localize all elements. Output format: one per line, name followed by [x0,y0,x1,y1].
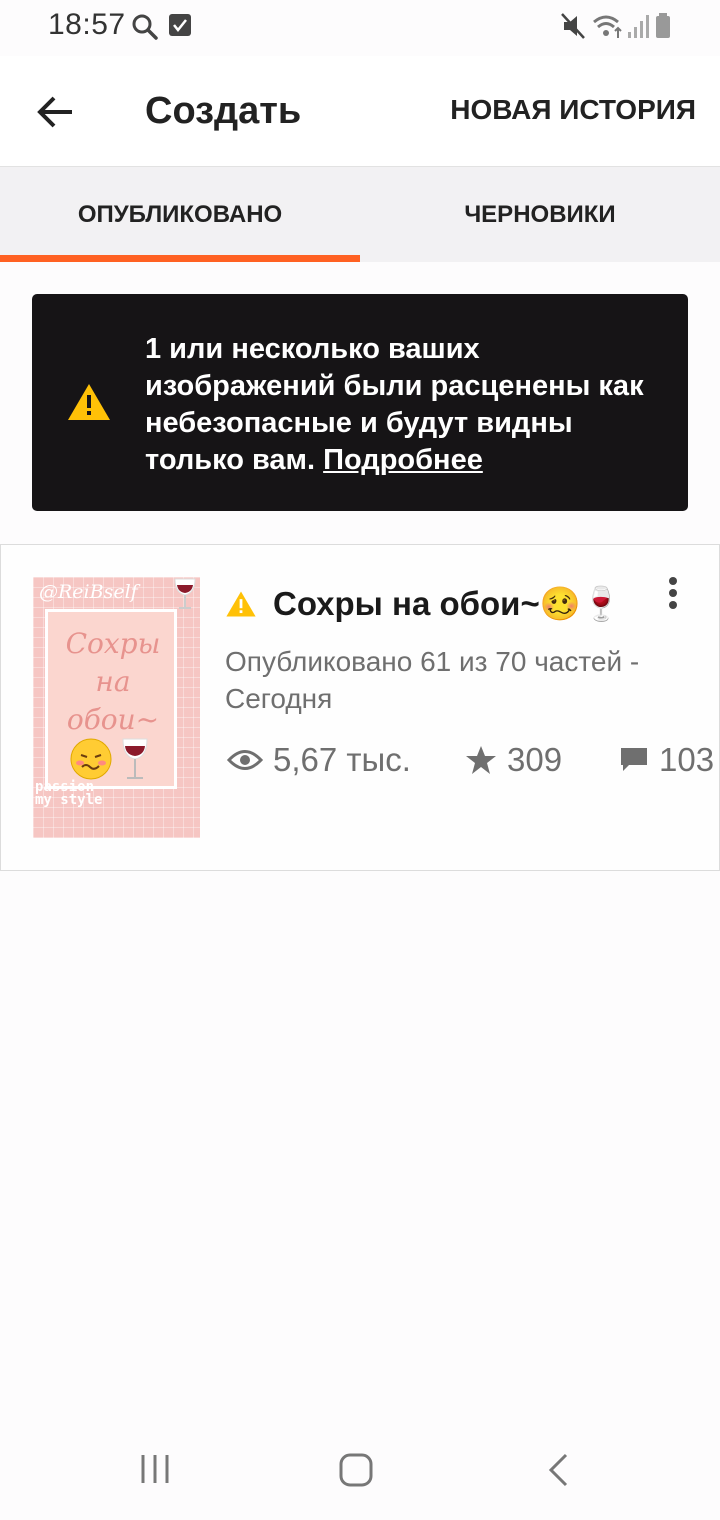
story-stats: 5,67 тыс. 309 103 [227,741,719,781]
comments-stat: 103 [619,741,714,779]
views-stat: 5,67 тыс. [227,741,411,779]
app-header: Создать НОВАЯ ИСТОРИЯ [0,56,720,167]
tab-drafts-label: ЧЕРНОВИКИ [464,200,616,228]
warning-icon [226,591,256,617]
wine-glass-icon [174,578,196,609]
status-time: 18:57 [48,8,126,41]
checkbox-icon [169,14,191,36]
search-icon [132,14,158,40]
cover-title: Сохры на обои~ [47,625,179,739]
signal-icon [628,15,649,38]
votes-count: 309 [507,741,563,778]
wifi-icon [593,15,622,38]
cover-style-text: passion my style [35,780,103,808]
votes-stat: 309 [465,741,562,779]
battery-icon [656,13,670,38]
cover-title-line: Сохры [65,627,161,660]
more-vert-icon[interactable] [661,575,685,615]
tab-drafts[interactable]: ЧЕРНОВИКИ [360,167,720,262]
cover-handle: @ReiBself [39,581,138,603]
story-title-row[interactable]: Сохры на обои~🥴🍷 [225,581,622,627]
system-nav-bar [0,1430,720,1520]
story-title: Сохры на обои~🥴🍷 [273,584,622,622]
story-meta: Опубликовано 61 из 70 частей - Сегодня [225,646,640,714]
tab-bar: ОПУБЛИКОВАНО ЧЕРНОВИКИ [0,167,720,262]
story-card[interactable]: @ReiBself Сохры на обои~ passion my styl… [0,544,720,871]
recent-apps-icon[interactable] [138,1452,172,1486]
cover-title-line: на [95,665,131,698]
active-tab-indicator [0,255,360,262]
mute-icon [561,13,585,39]
comment-icon [621,748,647,771]
back-arrow-icon[interactable] [30,86,82,138]
page-title: Создать [145,90,302,132]
story-cover[interactable]: @ReiBself Сохры на обои~ passion my styl… [33,577,200,838]
warning-text: 1 или несколько ваших изображений были р… [145,331,665,479]
comments-count: 103 [659,741,715,778]
warning-icon [68,384,110,420]
status-bar: 18:57 [0,0,720,56]
cover-title-line: обои~ [66,703,160,736]
back-nav-icon[interactable] [544,1452,572,1488]
new-story-button[interactable]: НОВАЯ ИСТОРИЯ [450,94,696,126]
learn-more-link[interactable]: Подробнее [323,444,483,476]
cover-style-line: my style [35,792,103,808]
views-count: 5,67 тыс. [273,741,411,778]
eye-icon [227,750,263,770]
unsafe-images-banner: 1 или несколько ваших изображений были р… [32,294,688,511]
star-icon [466,746,496,774]
tab-published-label: ОПУБЛИКОВАНО [77,200,283,228]
home-icon[interactable] [338,1452,374,1488]
tab-published[interactable]: ОПУБЛИКОВАНО [0,167,360,262]
